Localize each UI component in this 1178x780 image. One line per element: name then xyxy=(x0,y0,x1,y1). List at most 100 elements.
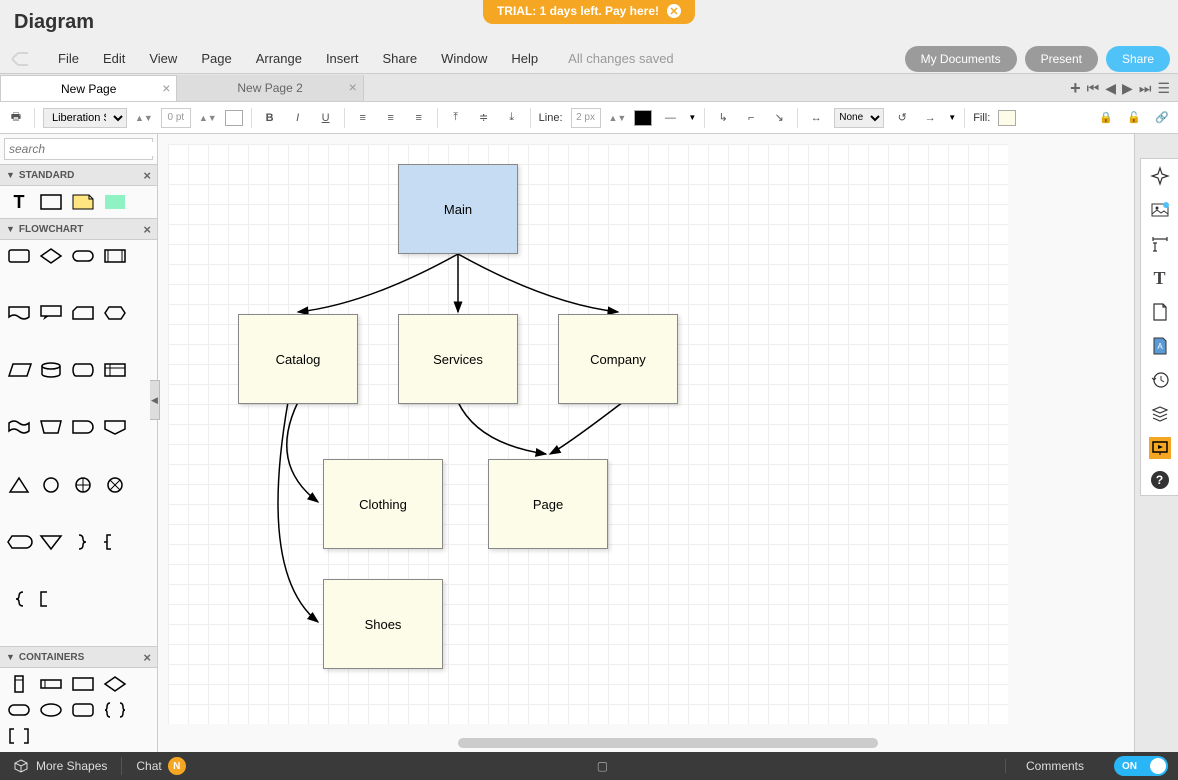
shape-search[interactable]: × 🔍 xyxy=(4,138,153,160)
node-page[interactable]: Page xyxy=(488,459,608,549)
fill-color-swatch[interactable] xyxy=(998,110,1016,126)
tab-prev-icon[interactable]: ◀ xyxy=(1105,80,1116,97)
shape-merge[interactable] xyxy=(38,532,64,552)
shape-rect[interactable] xyxy=(38,192,64,212)
add-tab-icon[interactable]: + xyxy=(1070,78,1081,99)
shape-diamond[interactable] xyxy=(102,674,128,694)
tab-page-2[interactable]: New Page 2 × xyxy=(177,75,363,101)
panel-close-icon[interactable]: × xyxy=(143,168,151,183)
shape-or[interactable] xyxy=(102,475,128,495)
node-catalog[interactable]: Catalog xyxy=(238,314,358,404)
line-width-input[interactable] xyxy=(571,108,601,128)
tab-first-icon[interactable]: ⏮ xyxy=(1087,80,1100,97)
menu-arrange[interactable]: Arrange xyxy=(244,47,314,70)
master-page-icon[interactable]: A xyxy=(1149,335,1171,357)
node-shoes[interactable]: Shoes xyxy=(323,579,443,669)
history-icon[interactable] xyxy=(1149,369,1171,391)
trial-banner[interactable]: TRIAL: 1 days left. Pay here! ✕ xyxy=(483,0,695,24)
rotate-left-icon[interactable]: ↺ xyxy=(892,108,912,128)
shape-document[interactable] xyxy=(6,303,32,323)
text-color-swatch[interactable] xyxy=(225,110,243,126)
node-services[interactable]: Services xyxy=(398,314,518,404)
navigator-icon[interactable] xyxy=(1149,165,1171,187)
shape-predefined[interactable] xyxy=(102,246,128,266)
shape-annotation[interactable] xyxy=(102,532,128,552)
shape-swimlane-v[interactable] xyxy=(6,674,32,694)
valign-middle-icon[interactable]: ≑ xyxy=(474,108,494,128)
arrow-dropdown-icon[interactable]: ▼ xyxy=(948,113,956,122)
menu-insert[interactable]: Insert xyxy=(314,47,371,70)
line-style-dropdown-icon[interactable]: ▼ xyxy=(688,113,696,122)
shape-process[interactable] xyxy=(6,246,32,266)
shape-note[interactable] xyxy=(70,192,96,212)
search-input[interactable] xyxy=(9,142,158,156)
shape-callout[interactable] xyxy=(38,303,64,323)
shape-tape[interactable] xyxy=(6,417,32,437)
link-icon[interactable]: 🔗 xyxy=(1152,108,1172,128)
shape-display[interactable] xyxy=(6,532,32,552)
shape-brackets[interactable] xyxy=(6,726,32,746)
shape-direct-data[interactable] xyxy=(70,360,96,380)
align-right-icon[interactable]: ≡ xyxy=(409,108,429,128)
valign-top-icon[interactable]: ⤒ xyxy=(446,108,466,128)
tab-menu-icon[interactable]: ☰ xyxy=(1157,80,1170,97)
font-size-stepper-icon[interactable]: ▲▼ xyxy=(199,113,217,123)
node-company[interactable]: Company xyxy=(558,314,678,404)
line-stepper-icon[interactable]: ▲▼ xyxy=(609,113,627,123)
tab-last-icon[interactable]: ⏭ xyxy=(1139,80,1152,97)
panel-close-icon[interactable]: × xyxy=(143,650,151,665)
shape-swimlane-h[interactable] xyxy=(38,674,64,694)
unlock-icon[interactable]: 🔓 xyxy=(1124,108,1144,128)
align-center-icon[interactable]: ≡ xyxy=(381,108,401,128)
shape-data[interactable] xyxy=(6,360,32,380)
shape-internal[interactable] xyxy=(102,360,128,380)
layers-icon[interactable] xyxy=(1149,403,1171,425)
share-button[interactable]: Share xyxy=(1106,46,1170,72)
menu-share[interactable]: Share xyxy=(370,47,429,70)
menu-window[interactable]: Window xyxy=(429,47,499,70)
sidebar-collapse-handle[interactable]: ◀ xyxy=(150,380,160,420)
presentation-icon[interactable] xyxy=(1149,437,1171,459)
shape-database[interactable] xyxy=(38,360,64,380)
panel-flowchart-header[interactable]: ▼ FLOWCHART × xyxy=(0,218,157,240)
bold-icon[interactable]: B xyxy=(260,108,280,128)
connector-elbow-icon[interactable]: ⌐ xyxy=(741,108,761,128)
line-style-icon[interactable]: — xyxy=(660,108,680,128)
underline-icon[interactable]: U xyxy=(316,108,336,128)
panel-containers-header[interactable]: ▼ CONTAINERS × xyxy=(0,646,157,668)
print-icon[interactable]: 🖶 xyxy=(6,108,26,128)
tab-page-1[interactable]: New Page × xyxy=(0,75,177,101)
shape-terminator[interactable] xyxy=(70,246,96,266)
trial-close-icon[interactable]: ✕ xyxy=(667,4,681,18)
comments-toggle[interactable]: ON xyxy=(1114,756,1168,776)
shape-manual[interactable] xyxy=(38,417,64,437)
font-stepper-icon[interactable]: ▲▼ xyxy=(135,113,153,123)
text-tool-icon[interactable]: T xyxy=(1149,267,1171,289)
canvas[interactable]: Main Catalog Services Company Clothing P… xyxy=(158,134,1134,752)
shape-brace-left[interactable] xyxy=(6,589,32,609)
shape-brace-right[interactable] xyxy=(70,532,96,552)
shape-ellipse[interactable] xyxy=(38,700,64,720)
shape-hexagon[interactable] xyxy=(102,303,128,323)
shape-fill-rect[interactable] xyxy=(102,192,128,212)
connector-straight-icon[interactable]: ↘ xyxy=(769,108,789,128)
tab-close-icon[interactable]: × xyxy=(162,80,170,96)
shape-decision[interactable] xyxy=(38,246,64,266)
shape-delay[interactable] xyxy=(70,417,96,437)
more-shapes-button[interactable]: More Shapes xyxy=(0,759,121,773)
shape-extract[interactable] xyxy=(6,475,32,495)
menu-help[interactable]: Help xyxy=(499,47,550,70)
my-documents-button[interactable]: My Documents xyxy=(905,46,1017,72)
menu-edit[interactable]: Edit xyxy=(91,47,137,70)
arrow-start-icon[interactable]: ↔ xyxy=(806,108,826,128)
shape-container-rect[interactable] xyxy=(70,674,96,694)
comments-section[interactable]: Comments xyxy=(1005,759,1104,773)
tab-next-icon[interactable]: ▶ xyxy=(1122,80,1133,97)
horizontal-scrollbar[interactable] xyxy=(458,738,878,748)
menu-file[interactable]: File xyxy=(46,47,91,70)
maximize-icon[interactable]: ▢ xyxy=(597,759,608,773)
line-color-swatch[interactable] xyxy=(634,110,652,126)
menu-view[interactable]: View xyxy=(137,47,189,70)
help-icon[interactable]: ? xyxy=(1151,471,1169,489)
shape-connector[interactable] xyxy=(38,475,64,495)
